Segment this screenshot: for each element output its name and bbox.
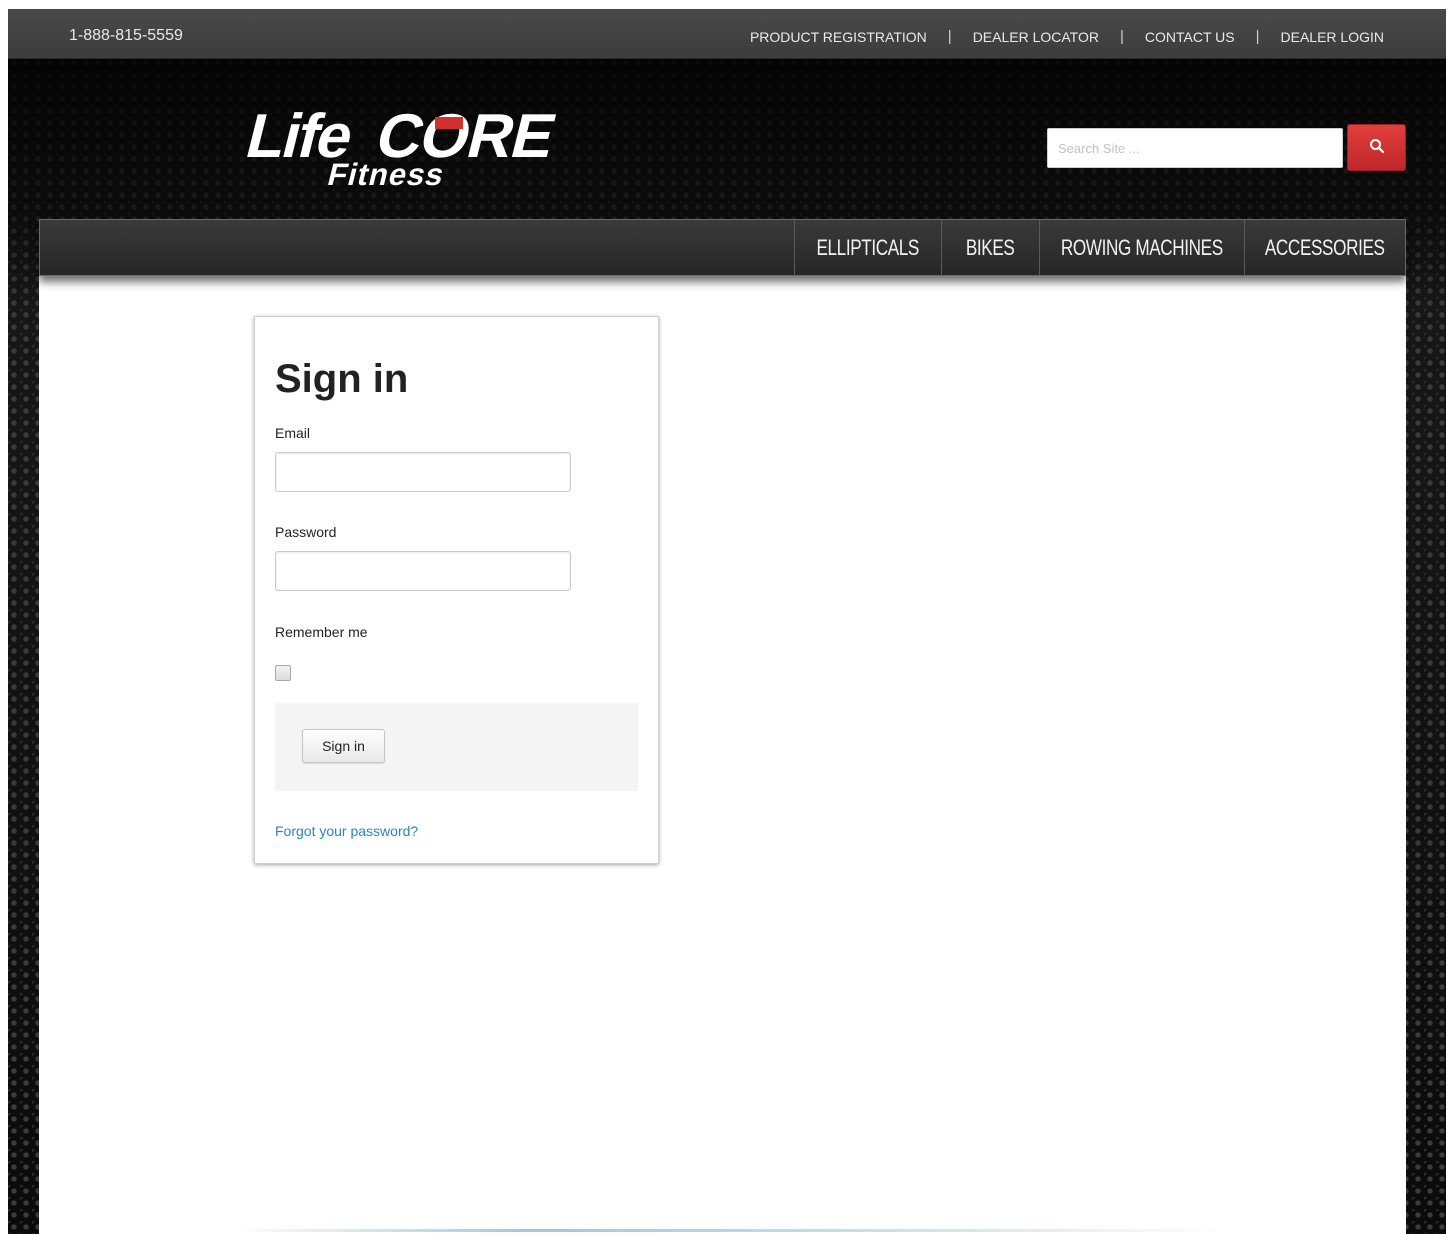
nav-item-accessories[interactable]: ACCESSORIES <box>1244 220 1405 275</box>
search-button[interactable] <box>1347 124 1406 171</box>
logo-red-accent <box>435 117 463 129</box>
forgot-password-link[interactable]: Forgot your password? <box>275 823 418 839</box>
bottom-edge-line <box>230 1229 1230 1232</box>
link-separator: | <box>947 28 952 45</box>
sign-in-button[interactable]: Sign in <box>302 729 385 763</box>
search-input[interactable] <box>1047 128 1343 168</box>
product-registration-link[interactable]: PRODUCT REGISTRATION <box>750 29 927 45</box>
search-icon <box>1369 138 1385 157</box>
site-search <box>1047 124 1406 171</box>
nav-item-bikes[interactable]: BIKES <box>941 220 1039 275</box>
lifecore-logo[interactable]: Life CORE Fitness <box>230 97 620 202</box>
email-field[interactable] <box>275 452 571 492</box>
nav-item-ellipticals[interactable]: ELLIPTICALS <box>794 220 941 275</box>
signin-card: Sign in Email Password Remember me Sign … <box>254 316 659 864</box>
top-links: PRODUCT REGISTRATION | DEALER LOCATOR | … <box>750 28 1384 45</box>
logo-text-fitness: Fitness <box>324 157 448 191</box>
remember-me-label: Remember me <box>275 624 368 640</box>
email-label: Email <box>275 425 311 441</box>
link-separator: | <box>1255 28 1260 45</box>
nav-item-rowing-machines[interactable]: ROWING MACHINES <box>1039 220 1244 275</box>
password-label: Password <box>275 524 337 540</box>
password-field[interactable] <box>275 551 571 591</box>
main-nav: ELLIPTICALS BIKES ROWING MACHINES ACCESS… <box>39 219 1406 276</box>
form-actions: Sign in <box>275 703 638 791</box>
contact-us-link[interactable]: CONTACT US <box>1145 29 1235 45</box>
remember-me-checkbox[interactable] <box>275 665 291 681</box>
phone-number: 1-888-815-5559 <box>69 27 183 44</box>
link-separator: | <box>1119 28 1124 45</box>
dealer-login-link[interactable]: DEALER LOGIN <box>1281 29 1384 45</box>
signin-title: Sign in <box>275 357 409 401</box>
main-content: Sign in Email Password Remember me Sign … <box>39 276 1406 1234</box>
page-frame: 1-888-815-5559 PRODUCT REGISTRATION | DE… <box>8 9 1446 1234</box>
dealer-locator-link[interactable]: DEALER LOCATOR <box>973 29 1099 45</box>
top-utility-bar: 1-888-815-5559 PRODUCT REGISTRATION | DE… <box>8 9 1446 59</box>
